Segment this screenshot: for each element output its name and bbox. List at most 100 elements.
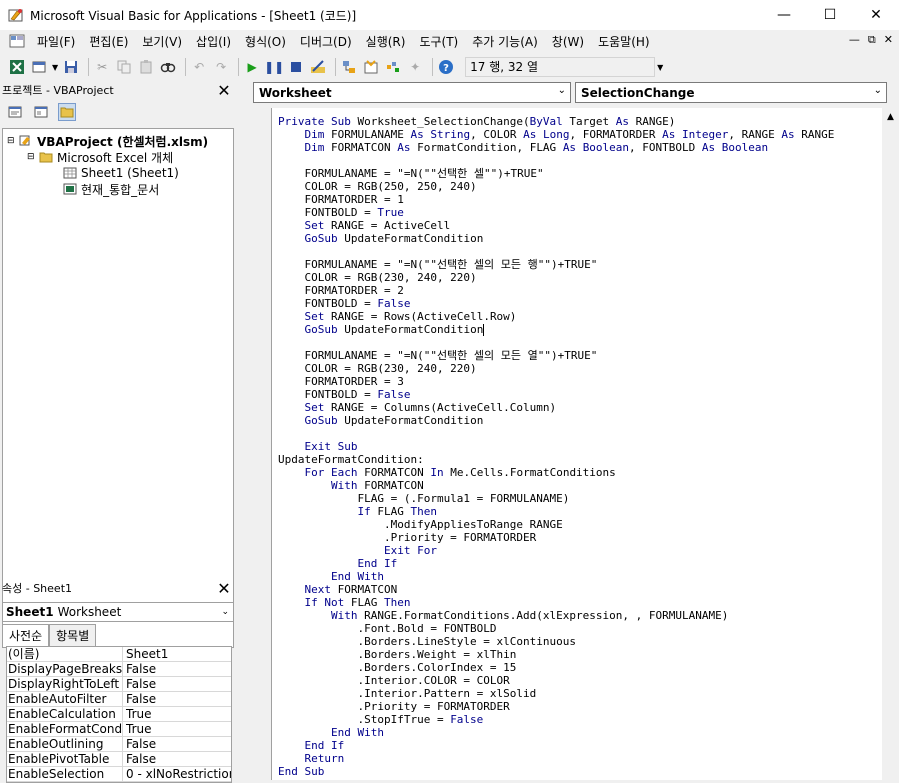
collapse-icon[interactable]: ⊟ — [7, 136, 17, 146]
toolbox-icon[interactable]: ✦ — [406, 58, 424, 76]
code-line[interactable]: Next FORMATCON — [278, 583, 398, 596]
property-row[interactable]: EnableOutlining False — [7, 737, 231, 752]
code-line[interactable]: End With — [278, 570, 384, 583]
close-icon[interactable]: ✕ — [216, 579, 232, 598]
close-icon[interactable]: ✕ — [216, 81, 232, 100]
property-row[interactable]: EnablePivotTable False — [7, 752, 231, 767]
property-value[interactable]: 0 - xlNoRestriction — [123, 767, 231, 781]
reset-icon[interactable] — [287, 58, 305, 76]
chevron-down-icon[interactable]: ▼ — [52, 63, 58, 72]
property-value[interactable]: False — [123, 692, 231, 706]
chevron-down-icon[interactable]: ⌄ — [874, 85, 882, 96]
code-line[interactable]: FONTBOLD = True — [278, 206, 403, 219]
tree-node-vbaproject[interactable]: ⊟ VBAProject (한셀처럼.xlsm) — [7, 133, 208, 149]
code-line[interactable]: Private Sub Worksheet_SelectionChange(By… — [278, 115, 675, 128]
code-line[interactable]: .StopIfTrue = False — [278, 713, 483, 726]
code-line[interactable]: Exit For — [278, 544, 437, 557]
code-line[interactable]: GoSub UpdateFormatCondition — [278, 323, 485, 336]
code-line[interactable]: Dim FORMATCON As FormatCondition, FLAG A… — [278, 141, 769, 154]
scroll-up-icon[interactable]: ▲ — [882, 108, 899, 125]
menu-help[interactable]: 도움말(H) — [591, 33, 657, 50]
child-close-button[interactable]: ✕ — [884, 33, 893, 47]
minimize-button[interactable]: — — [761, 0, 807, 30]
code-line[interactable]: COLOR = RGB(230, 240, 220) — [278, 271, 476, 284]
code-line[interactable]: With RANGE.FormatConditions.Add(xlExpres… — [278, 609, 728, 622]
code-line[interactable]: FORMULANAME = "=N(""선택한 셀의 모든 행"")+TRUE" — [278, 258, 597, 271]
vertical-scrollbar[interactable]: ▲ — [882, 108, 899, 780]
object-selector[interactable]: Sheet1 Worksheet ⌄ — [2, 602, 234, 622]
property-value[interactable]: Sheet1 — [123, 647, 231, 661]
tree-node-excel-objects[interactable]: ⊟ Microsoft Excel 개체 — [27, 149, 173, 165]
code-line[interactable]: .Borders.ColorIndex = 15 — [278, 661, 516, 674]
property-row[interactable]: DisplayRightToLeft False — [7, 677, 231, 692]
code-line[interactable]: .Borders.Weight = xlThin — [278, 648, 516, 661]
chevron-down-icon[interactable]: ⌄ — [558, 85, 566, 96]
design-mode-icon[interactable] — [309, 58, 327, 76]
property-value[interactable]: True — [123, 722, 231, 736]
find-icon[interactable] — [159, 58, 177, 76]
object-browser-icon[interactable] — [384, 58, 402, 76]
property-value[interactable]: False — [123, 752, 231, 766]
tab-categorized[interactable]: 항목별 — [49, 624, 97, 646]
undo-icon[interactable]: ↶ — [190, 58, 208, 76]
property-value[interactable]: False — [123, 677, 231, 691]
break-icon[interactable]: ❚❚ — [264, 58, 284, 76]
menu-format[interactable]: 형식(O) — [238, 33, 293, 50]
paste-icon[interactable] — [137, 58, 155, 76]
code-line[interactable]: Return — [278, 752, 345, 765]
code-line[interactable]: If FLAG Then — [278, 505, 437, 518]
child-restore-button[interactable]: ⧉ — [868, 33, 876, 47]
toggle-folders-icon[interactable] — [58, 103, 76, 121]
property-row[interactable]: (이름) Sheet1 — [7, 647, 231, 662]
code-line[interactable]: .Priority = FORMATORDER — [278, 531, 536, 544]
insert-module-icon[interactable] — [30, 58, 48, 76]
property-row[interactable]: EnableFormatConditi True — [7, 722, 231, 737]
code-line[interactable]: .Priority = FORMATORDER — [278, 700, 509, 713]
code-line[interactable]: FONTBOLD = False — [278, 297, 410, 310]
code-line[interactable]: FONTBOLD = False — [278, 388, 410, 401]
redo-icon[interactable]: ↷ — [212, 58, 230, 76]
property-row[interactable]: DisplayPageBreaks False — [7, 662, 231, 677]
close-button[interactable]: ✕ — [853, 0, 899, 30]
code-line[interactable]: Set RANGE = Rows(ActiveCell.Row) — [278, 310, 517, 323]
run-icon[interactable]: ▶ — [243, 58, 261, 76]
code-line[interactable]: Dim FORMULANAME As String, COLOR As Long… — [278, 128, 835, 141]
code-line[interactable]: FORMULANAME = "=N(""선택한 셀의 모든 열"")+TRUE" — [278, 349, 597, 362]
code-line[interactable]: Exit Sub — [278, 440, 358, 453]
code-line[interactable]: For Each FORMATCON In Me.Cells.FormatCon… — [278, 466, 616, 479]
tree-node-sheet1[interactable]: Sheet1 (Sheet1) — [63, 165, 179, 181]
code-line[interactable]: .Font.Bold = FONTBOLD — [278, 622, 496, 635]
toolbar-options-icon[interactable]: ▼ — [657, 63, 663, 72]
menu-view[interactable]: 보기(V) — [135, 33, 189, 50]
code-line[interactable]: FLAG = (.Formula1 = FORMULANAME) — [278, 492, 569, 505]
menu-file[interactable]: 파일(F) — [30, 33, 82, 50]
code-line[interactable]: If Not FLAG Then — [278, 596, 411, 609]
code-line[interactable]: .Interior.Pattern = xlSolid — [278, 687, 536, 700]
code-line[interactable]: FORMATORDER = 2 — [278, 284, 403, 297]
code-line[interactable]: End If — [278, 739, 345, 752]
code-line[interactable]: GoSub UpdateFormatCondition — [278, 232, 484, 245]
property-value[interactable]: True — [123, 707, 231, 721]
copy-icon[interactable] — [115, 58, 133, 76]
code-line[interactable]: COLOR = RGB(250, 250, 240) — [278, 180, 476, 193]
property-value[interactable]: False — [123, 737, 231, 751]
tree-node-workbook[interactable]: 현재_통합_문서 — [63, 181, 159, 197]
help-icon[interactable]: ? — [437, 58, 455, 76]
menu-edit[interactable]: 편집(E) — [82, 33, 135, 50]
code-line[interactable]: COLOR = RGB(230, 240, 220) — [278, 362, 476, 375]
menu-debug[interactable]: 디버그(D) — [293, 33, 359, 50]
code-line[interactable]: FORMULANAME = "=N(""선택한 셀"")+TRUE" — [278, 167, 543, 180]
code-line[interactable]: Set RANGE = Columns(ActiveCell.Column) — [278, 401, 557, 414]
menu-tools[interactable]: 도구(T) — [412, 33, 465, 50]
object-dropdown[interactable]: Worksheet ⌄ — [253, 82, 571, 103]
chevron-down-icon[interactable]: ⌄ — [221, 607, 229, 617]
code-line[interactable]: .Interior.COLOR = COLOR — [278, 674, 509, 687]
menu-window[interactable]: 창(W) — [545, 33, 591, 50]
cut-icon[interactable]: ✂ — [93, 58, 111, 76]
code-line[interactable]: End Sub — [278, 765, 324, 778]
code-line[interactable]: FORMATORDER = 1 — [278, 193, 403, 206]
code-line[interactable]: .Borders.LineStyle = xlContinuous — [278, 635, 576, 648]
code-line[interactable]: End With — [278, 726, 384, 739]
excel-icon[interactable] — [8, 58, 26, 76]
menu-addins[interactable]: 추가 기능(A) — [465, 33, 545, 50]
